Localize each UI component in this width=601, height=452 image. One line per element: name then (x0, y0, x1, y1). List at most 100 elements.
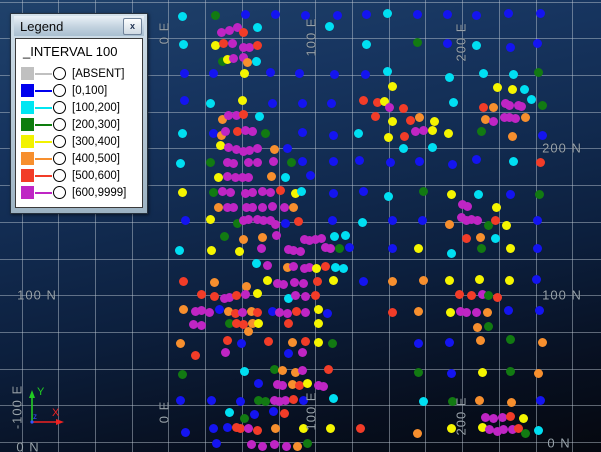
data-point[interactable] (505, 276, 514, 285)
data-point[interactable] (388, 277, 397, 286)
data-point[interactable] (492, 203, 501, 212)
data-point[interactable] (535, 190, 544, 199)
data-point[interactable] (519, 414, 528, 423)
data-point[interactable] (473, 216, 482, 225)
data-point[interactable] (478, 368, 487, 377)
data-point[interactable] (479, 69, 488, 78)
data-point[interactable] (254, 379, 263, 388)
data-point[interactable] (521, 113, 530, 122)
data-point[interactable] (388, 82, 397, 91)
data-point[interactable] (333, 11, 342, 20)
data-point[interactable] (506, 335, 515, 344)
data-point[interactable] (209, 424, 218, 433)
data-point[interactable] (244, 327, 253, 336)
data-point[interactable] (444, 129, 453, 138)
data-point[interactable] (521, 429, 530, 438)
data-point[interactable] (463, 202, 472, 211)
data-point[interactable] (472, 11, 481, 20)
data-point[interactable] (314, 305, 323, 314)
data-point[interactable] (388, 244, 397, 253)
data-point[interactable] (255, 112, 264, 121)
data-point[interactable] (241, 290, 250, 299)
data-point[interactable] (323, 309, 332, 318)
data-point[interactable] (462, 308, 471, 317)
data-point[interactable] (284, 349, 293, 358)
data-point[interactable] (504, 9, 513, 18)
data-point[interactable] (221, 348, 230, 357)
data-point[interactable] (247, 440, 256, 449)
data-point[interactable] (535, 306, 544, 315)
data-point[interactable] (361, 70, 370, 79)
data-point[interactable] (176, 159, 185, 168)
data-point[interactable] (266, 68, 275, 77)
data-point[interactable] (223, 423, 232, 432)
data-point[interactable] (328, 339, 337, 348)
data-point[interactable] (219, 39, 228, 48)
data-point[interactable] (415, 113, 424, 122)
data-point[interactable] (475, 396, 484, 405)
data-point[interactable] (321, 262, 330, 271)
data-point[interactable] (538, 338, 547, 347)
data-point[interactable] (328, 216, 337, 225)
data-point[interactable] (415, 157, 424, 166)
data-point[interactable] (477, 244, 486, 253)
data-point[interactable] (532, 275, 541, 284)
data-point[interactable] (509, 157, 518, 166)
data-point[interactable] (359, 187, 368, 196)
data-point[interactable] (263, 276, 272, 285)
data-point[interactable] (534, 369, 543, 378)
data-point[interactable] (253, 144, 262, 153)
data-point[interactable] (253, 23, 262, 32)
data-point[interactable] (226, 188, 235, 197)
data-point[interactable] (298, 157, 307, 166)
data-point[interactable] (489, 103, 498, 112)
data-point[interactable] (210, 278, 219, 287)
data-point[interactable] (388, 216, 397, 225)
data-point[interactable] (175, 246, 184, 255)
data-point[interactable] (298, 366, 307, 375)
data-point[interactable] (283, 309, 292, 318)
data-point[interactable] (253, 308, 262, 317)
data-point[interactable] (447, 369, 456, 378)
data-point[interactable] (385, 103, 394, 112)
data-point[interactable] (355, 156, 364, 165)
data-point[interactable] (445, 220, 454, 229)
data-point[interactable] (263, 261, 272, 270)
data-point[interactable] (484, 291, 493, 300)
data-point[interactable] (284, 319, 293, 328)
data-point[interactable] (472, 155, 481, 164)
data-point[interactable] (297, 187, 306, 196)
data-point[interactable] (329, 157, 338, 166)
data-point[interactable] (446, 308, 455, 317)
data-point[interactable] (239, 110, 248, 119)
data-point[interactable] (244, 424, 253, 433)
data-point[interactable] (180, 69, 189, 78)
data-point[interactable] (176, 339, 185, 348)
data-point[interactable] (281, 173, 290, 182)
data-point[interactable] (475, 275, 484, 284)
data-point[interactable] (326, 424, 335, 433)
data-point[interactable] (252, 259, 261, 268)
data-point[interactable] (301, 337, 310, 346)
data-point[interactable] (243, 58, 252, 67)
data-point[interactable] (329, 276, 338, 285)
data-point[interactable] (506, 244, 515, 253)
data-point[interactable] (414, 244, 423, 253)
data-point[interactable] (206, 215, 215, 224)
data-point[interactable] (295, 69, 304, 78)
data-point[interactable] (257, 244, 266, 253)
data-point[interactable] (288, 338, 297, 347)
data-point[interactable] (419, 187, 428, 196)
data-point[interactable] (504, 306, 513, 315)
data-point[interactable] (414, 307, 423, 316)
data-point[interactable] (455, 290, 464, 299)
data-point[interactable] (476, 336, 485, 345)
data-point[interactable] (287, 158, 296, 167)
data-point[interactable] (178, 129, 187, 138)
data-point[interactable] (534, 426, 543, 435)
data-point[interactable] (292, 307, 301, 316)
data-point[interactable] (335, 244, 344, 253)
data-point[interactable] (399, 104, 408, 113)
data-point[interactable] (240, 69, 249, 78)
data-point[interactable] (447, 190, 456, 199)
